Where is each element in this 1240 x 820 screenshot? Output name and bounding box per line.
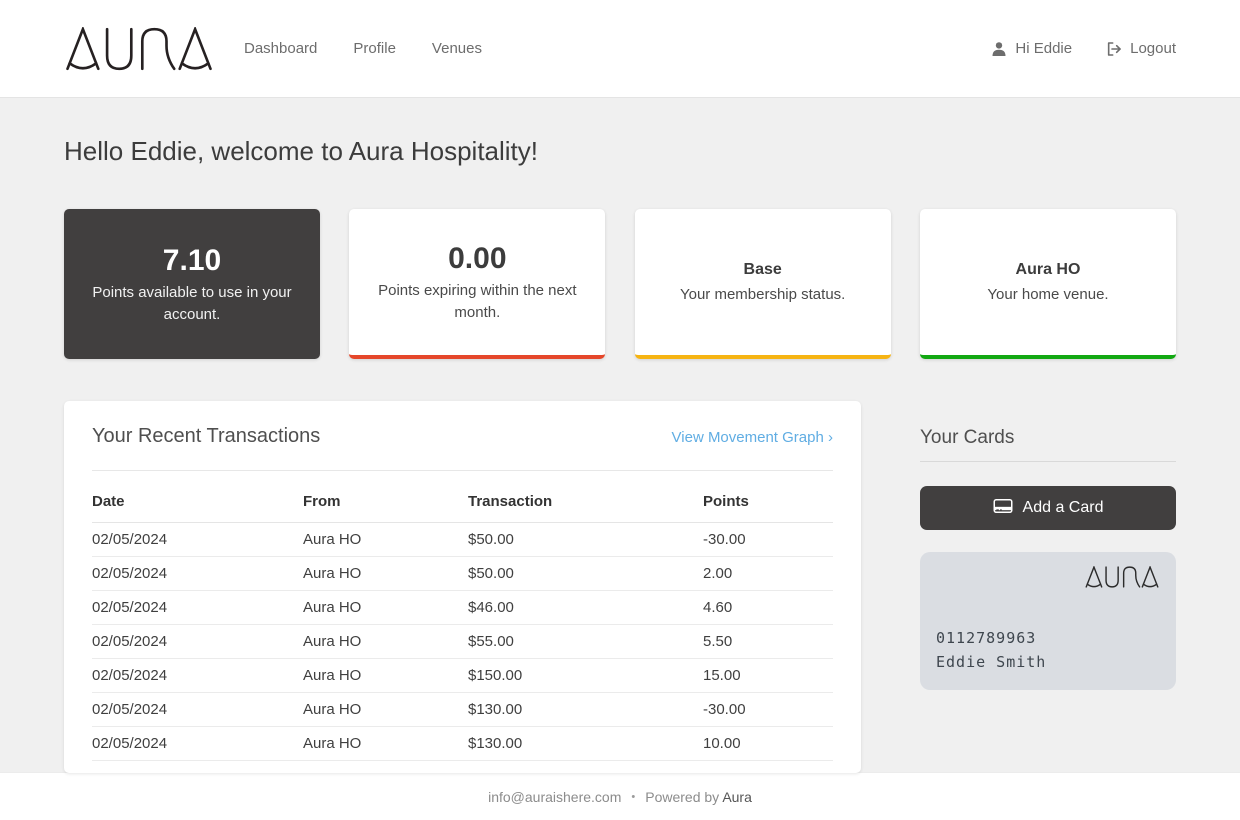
- your-cards-divider: [920, 461, 1176, 462]
- column-header-points: Points: [703, 477, 833, 523]
- stat-cards-row: 7.10 Points available to use in your acc…: [64, 209, 1176, 359]
- footer: info@auraishere.com • Powered by Aura: [0, 772, 1240, 820]
- cell-from: Aura HO: [303, 522, 468, 557]
- stat-card-home-venue: Aura HO Your home venue.: [919, 209, 1176, 359]
- cell-points: -30.00: [703, 692, 833, 727]
- nav-links: Dashboard Profile Venues: [244, 40, 991, 57]
- cell-points: 4.60: [703, 590, 833, 625]
- cell-points: 15.00: [703, 658, 833, 693]
- cell-from: Aura HO: [303, 692, 468, 727]
- add-card-button[interactable]: Add a Card: [920, 486, 1176, 530]
- nav-link-profile[interactable]: Profile: [353, 40, 396, 57]
- logout-icon: [1106, 41, 1122, 57]
- cell-date: 02/05/2024: [92, 692, 303, 727]
- cell-date: 02/05/2024: [92, 624, 303, 659]
- recent-transactions-panel: Your Recent Transactions View Movement G…: [64, 401, 861, 773]
- dashboard-main: Hello Eddie, welcome to Aura Hospitality…: [0, 98, 1240, 773]
- cell-points: -30.00: [703, 522, 833, 557]
- home-venue-caption: Your home venue.: [987, 285, 1109, 303]
- transactions-title: Your Recent Transactions: [92, 425, 321, 447]
- logout-button[interactable]: Logout: [1106, 40, 1176, 57]
- table-row: 02/05/2024 Aura HO $150.00 15.00: [92, 658, 833, 693]
- table-row: 02/05/2024 Aura HO $130.00 10.00: [92, 726, 833, 761]
- membership-status-caption: Your membership status.: [679, 285, 846, 303]
- cell-points: 2.00: [703, 556, 833, 591]
- table-row: 02/05/2024 Aura HO $55.00 5.50: [92, 624, 833, 659]
- add-card-label: Add a Card: [1022, 499, 1104, 516]
- footer-powered-prefix: Powered by: [645, 788, 720, 805]
- nav-link-dashboard[interactable]: Dashboard: [244, 40, 317, 57]
- cell-from: Aura HO: [303, 658, 468, 693]
- content-columns: Your Recent Transactions View Movement G…: [64, 401, 1176, 773]
- nav-link-venues[interactable]: Venues: [432, 40, 482, 57]
- cell-points: 5.50: [703, 624, 833, 659]
- member-card-holder: Eddie Smith: [936, 653, 1047, 671]
- navbar: Dashboard Profile Venues Hi Eddie Logout: [0, 0, 1240, 98]
- page-greeting: Hello Eddie, welcome to Aura Hospitality…: [64, 136, 539, 166]
- user-greeting-link[interactable]: Hi Eddie: [991, 40, 1072, 57]
- cell-points: 10.00: [703, 726, 833, 761]
- your-cards-title: Your Cards: [920, 427, 1015, 448]
- footer-brand: Aura: [722, 788, 752, 805]
- cell-date: 02/05/2024: [92, 522, 303, 557]
- aura-logo-icon: [1084, 565, 1160, 593]
- table-row: 02/05/2024 Aura HO $130.00 -30.00: [92, 692, 833, 727]
- table-row: 02/05/2024 Aura HO $46.00 4.60: [92, 590, 833, 625]
- cell-transaction: $150.00: [468, 658, 703, 693]
- table-row: 02/05/2024 Aura HO $50.00 2.00: [92, 556, 833, 591]
- points-expiring-caption: Points expiring within the next month.: [378, 281, 577, 321]
- cell-date: 02/05/2024: [92, 590, 303, 625]
- cell-transaction: $130.00: [468, 692, 703, 727]
- transactions-divider: [92, 470, 833, 471]
- logout-label: Logout: [1130, 40, 1176, 57]
- cell-transaction: $55.00: [468, 624, 703, 659]
- cell-date: 02/05/2024: [92, 726, 303, 761]
- cell-transaction: $50.00: [468, 522, 703, 557]
- member-card-logo-row: [936, 565, 1160, 593]
- footer-separator: •: [631, 790, 636, 803]
- column-header-from: From: [303, 477, 468, 523]
- cell-from: Aura HO: [303, 624, 468, 659]
- cell-from: Aura HO: [303, 556, 468, 591]
- table-row: 02/05/2024 Aura HO $50.00 -30.00: [92, 522, 833, 557]
- cell-date: 02/05/2024: [92, 556, 303, 591]
- transactions-header-row: Date From Transaction Points: [92, 477, 833, 523]
- cell-date: 02/05/2024: [92, 658, 303, 693]
- brand-logo[interactable]: [64, 26, 214, 71]
- user-icon: [991, 41, 1007, 57]
- column-header-date: Date: [92, 477, 303, 523]
- member-card-number: 0112789963: [936, 629, 1037, 647]
- points-expiring-value: 0.00: [448, 241, 507, 275]
- points-available-value: 7.10: [162, 243, 222, 277]
- aura-logo-icon: [64, 26, 214, 71]
- nav-right: Hi Eddie Logout: [991, 40, 1176, 57]
- stat-card-points-expiring: 0.00 Points expiring within the next mon…: [349, 209, 606, 359]
- footer-email-link[interactable]: info@auraishere.com: [488, 789, 621, 805]
- cell-transaction: $46.00: [468, 590, 703, 625]
- transactions-table: Date From Transaction Points 02/05/2024 …: [92, 477, 833, 761]
- column-header-transaction: Transaction: [468, 477, 703, 523]
- footer-powered-by: Powered by Aura: [645, 789, 752, 805]
- cell-from: Aura HO: [303, 590, 468, 625]
- cell-from: Aura HO: [303, 726, 468, 761]
- stat-card-membership-status: Base Your membership status.: [634, 209, 891, 359]
- cell-transaction: $130.00: [468, 726, 703, 761]
- membership-status-value: Base: [743, 260, 782, 278]
- your-cards-column: Your Cards Add a Card 0112789963 Eddie S…: [920, 401, 1176, 773]
- credit-card-icon: [993, 498, 1013, 519]
- cell-transaction: $50.00: [468, 556, 703, 591]
- stat-card-points-available: 7.10 Points available to use in your acc…: [64, 209, 320, 359]
- home-venue-value: Aura HO: [1015, 260, 1081, 278]
- view-movement-graph-link[interactable]: View Movement Graph ›: [672, 429, 833, 446]
- transactions-panel-head: Your Recent Transactions View Movement G…: [92, 425, 833, 448]
- points-available-caption: Points available to use in your account.: [92, 283, 292, 323]
- member-card: 0112789963 Eddie Smith: [920, 552, 1176, 690]
- user-greeting-label: Hi Eddie: [1015, 40, 1073, 57]
